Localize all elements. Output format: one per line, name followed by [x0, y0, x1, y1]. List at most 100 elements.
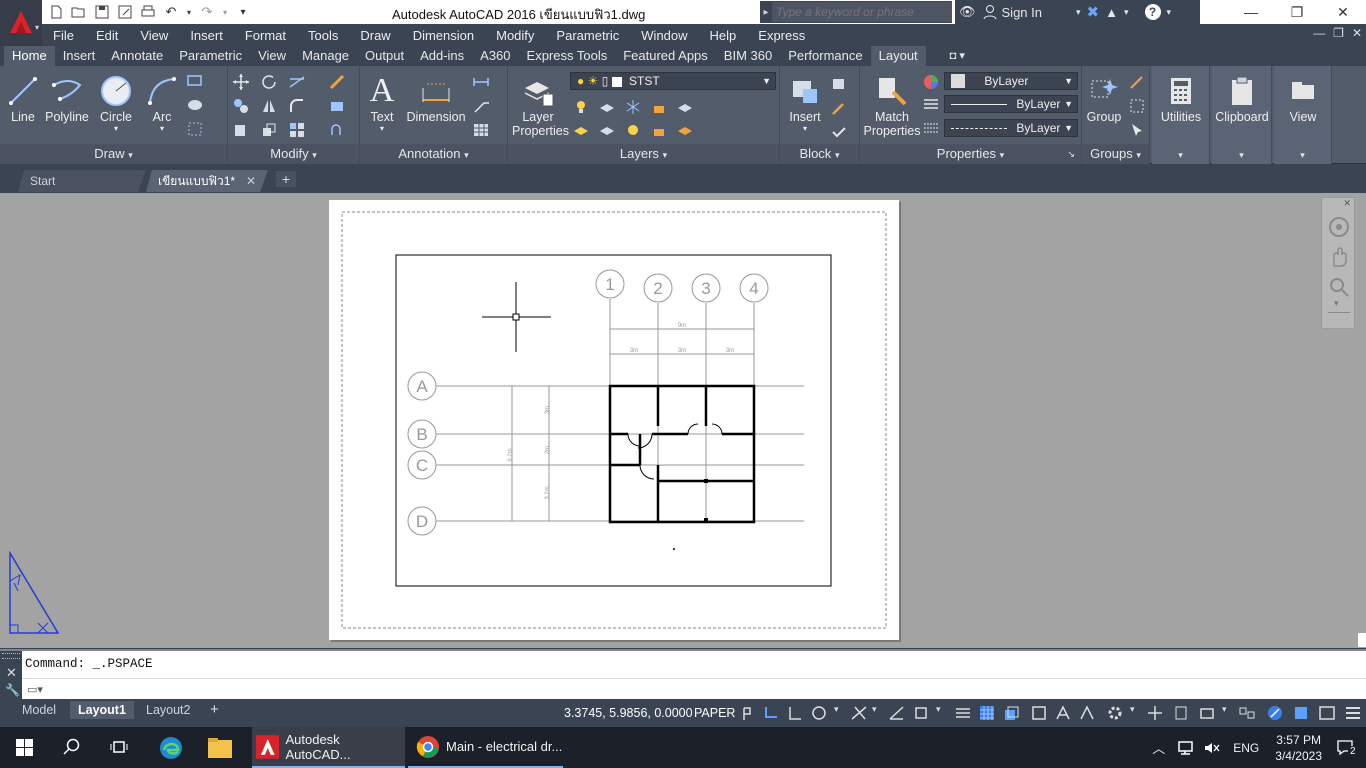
layer-lock-icon[interactable]: [650, 98, 668, 116]
annotation-monitor-icon[interactable]: [1030, 704, 1048, 722]
doc-restore-button[interactable]: ❐: [1333, 26, 1344, 40]
tab-manage[interactable]: Manage: [294, 46, 357, 66]
menu-file[interactable]: File: [42, 28, 85, 43]
undo-icon[interactable]: ↶: [161, 2, 181, 22]
group-edit-icon[interactable]: [1128, 97, 1146, 115]
workspace-gear-icon[interactable]: [1106, 704, 1124, 722]
zoom-extents-icon[interactable]: [1328, 276, 1350, 298]
command-line-handle[interactable]: ✕ 🔧: [0, 651, 22, 701]
tab-model[interactable]: Model: [14, 701, 64, 719]
menu-dimension[interactable]: Dimension: [402, 28, 485, 43]
chevron-up-icon[interactable]: ︿: [1152, 738, 1165, 757]
binoculars-icon[interactable]: 👁: [959, 4, 976, 20]
close-icon[interactable]: ✕: [1343, 198, 1351, 209]
customization-menu-icon[interactable]: [1344, 704, 1362, 722]
object-snap-tracking-icon[interactable]: [888, 704, 906, 722]
trim-icon[interactable]: [288, 73, 306, 91]
paper-space-toggle[interactable]: PAPER: [689, 701, 740, 725]
groups-panel-title[interactable]: Groups ▾: [1082, 144, 1149, 164]
menu-parametric[interactable]: Parametric: [545, 28, 630, 43]
view-panel[interactable]: View ▾: [1274, 66, 1332, 164]
group-tool[interactable]: Group: [1084, 72, 1124, 124]
group-selection-icon[interactable]: [1128, 121, 1146, 139]
explode-icon[interactable]: [328, 97, 346, 115]
chevron-down-icon[interactable]: ▾: [1334, 298, 1339, 309]
fullscreen-icon[interactable]: [1318, 704, 1336, 722]
clean-screen-icon[interactable]: [1292, 704, 1310, 722]
circle-tool[interactable]: Circle ▾: [96, 72, 136, 133]
properties-panel-title[interactable]: Properties ▾ ↘: [860, 144, 1081, 164]
viewport-frame[interactable]: [395, 254, 832, 587]
redo-icon[interactable]: ↷: [197, 2, 217, 22]
object-snap-icon[interactable]: [912, 704, 930, 722]
network-icon[interactable]: [1177, 740, 1195, 756]
erase-icon[interactable]: [328, 73, 346, 91]
search-input[interactable]: [772, 2, 952, 22]
tab-layout1[interactable]: Layout1: [70, 701, 134, 719]
annotation-scale-plus-icon[interactable]: [1146, 704, 1164, 722]
isolate-objects-icon[interactable]: [1238, 704, 1256, 722]
menu-tools[interactable]: Tools: [297, 28, 349, 43]
snap-mode-icon[interactable]: [762, 704, 780, 722]
layer-thaw-icon[interactable]: [624, 121, 642, 139]
tab-start[interactable]: Start: [18, 170, 146, 192]
tab-express-tools[interactable]: Express Tools: [519, 46, 616, 66]
text-tool[interactable]: A Text ▾: [366, 72, 398, 133]
redo-dropdown-icon[interactable]: ▾: [220, 2, 230, 22]
sign-in-button[interactable]: Sign In ▾: [982, 4, 1081, 20]
doc-minimize-button[interactable]: —: [1313, 26, 1325, 40]
file-explorer-icon[interactable]: [207, 736, 233, 760]
drawing-area[interactable]: 1 2 3 4 A B C D 9m 3m 3m 3m 9.2m 3m 2m 3…: [0, 193, 1366, 648]
minimize-button[interactable]: —: [1228, 0, 1274, 24]
layer-match-icon[interactable]: [676, 98, 694, 116]
arc-tool[interactable]: Arc ▾: [144, 72, 180, 133]
taskbar-autocad[interactable]: Autodesk AutoCAD...: [252, 727, 405, 768]
lineweight-toggle-icon[interactable]: [954, 704, 972, 722]
fillet-icon[interactable]: [288, 97, 306, 115]
open-icon[interactable]: [69, 2, 89, 22]
windows-start-icon[interactable]: [16, 739, 33, 756]
lock-ui-icon[interactable]: [1198, 704, 1216, 722]
chevron-down-icon[interactable]: ▾: [1124, 7, 1129, 18]
auto-scale-icon[interactable]: [1078, 704, 1096, 722]
linetype-dropdown[interactable]: ByLayer ▼: [944, 95, 1078, 113]
layer-walk-icon[interactable]: [676, 121, 694, 139]
clipboard-panel[interactable]: Clipboard ▾: [1212, 66, 1272, 164]
layer-off-icon[interactable]: [572, 98, 590, 116]
coordinate-readout[interactable]: 3.3745, 5.9856, 0.0000: [558, 701, 699, 725]
clock[interactable]: 3:57 PM 3/4/2023: [1275, 732, 1322, 764]
save-icon[interactable]: [92, 2, 112, 22]
clipboard-tool[interactable]: Clipboard: [1214, 72, 1270, 124]
menu-insert[interactable]: Insert: [179, 28, 234, 43]
chevron-down-icon[interactable]: ▾: [1167, 7, 1172, 18]
menu-view[interactable]: View: [129, 28, 179, 43]
layers-panel-title[interactable]: Layers ▾: [508, 144, 779, 164]
tab-parametric[interactable]: Parametric: [171, 46, 250, 66]
stretch-icon[interactable]: [232, 121, 250, 139]
tab-annotate[interactable]: Annotate: [103, 46, 171, 66]
tab-home[interactable]: Home: [4, 46, 55, 66]
insert-block-tool[interactable]: Insert ▾: [784, 72, 826, 133]
dimension-tool[interactable]: Dimension: [406, 72, 466, 124]
lineweight-dropdown[interactable]: ByLayer ▼: [944, 119, 1078, 137]
table-icon[interactable]: [472, 121, 490, 139]
view-tool[interactable]: View: [1276, 72, 1330, 124]
make-current-icon[interactable]: [572, 121, 590, 139]
tab-output[interactable]: Output: [357, 46, 412, 66]
polar-tracking-icon[interactable]: [810, 704, 828, 722]
menu-window[interactable]: Window: [630, 28, 698, 43]
tab-a360[interactable]: A360: [472, 46, 518, 66]
notification-button[interactable]: 2: [1330, 727, 1366, 768]
tab-performance[interactable]: Performance: [780, 46, 870, 66]
utilities-panel[interactable]: Utilities ▾: [1152, 66, 1210, 164]
layer-dropdown[interactable]: ● ☀ ▯ STST ▼: [570, 72, 776, 90]
close-icon[interactable]: ✕: [6, 665, 17, 681]
hatch-icon[interactable]: [186, 96, 204, 114]
edge-browser-icon[interactable]: [158, 735, 184, 761]
restore-button[interactable]: ❐: [1274, 0, 1320, 24]
copy-icon[interactable]: [232, 97, 250, 115]
annotation-visibility-icon[interactable]: [1054, 704, 1072, 722]
panel-launcher-icon[interactable]: ↘: [1067, 144, 1075, 164]
layer-properties-tool[interactable]: Layer Properties: [512, 72, 569, 138]
color-dropdown[interactable]: ByLayer ▼: [944, 72, 1078, 90]
